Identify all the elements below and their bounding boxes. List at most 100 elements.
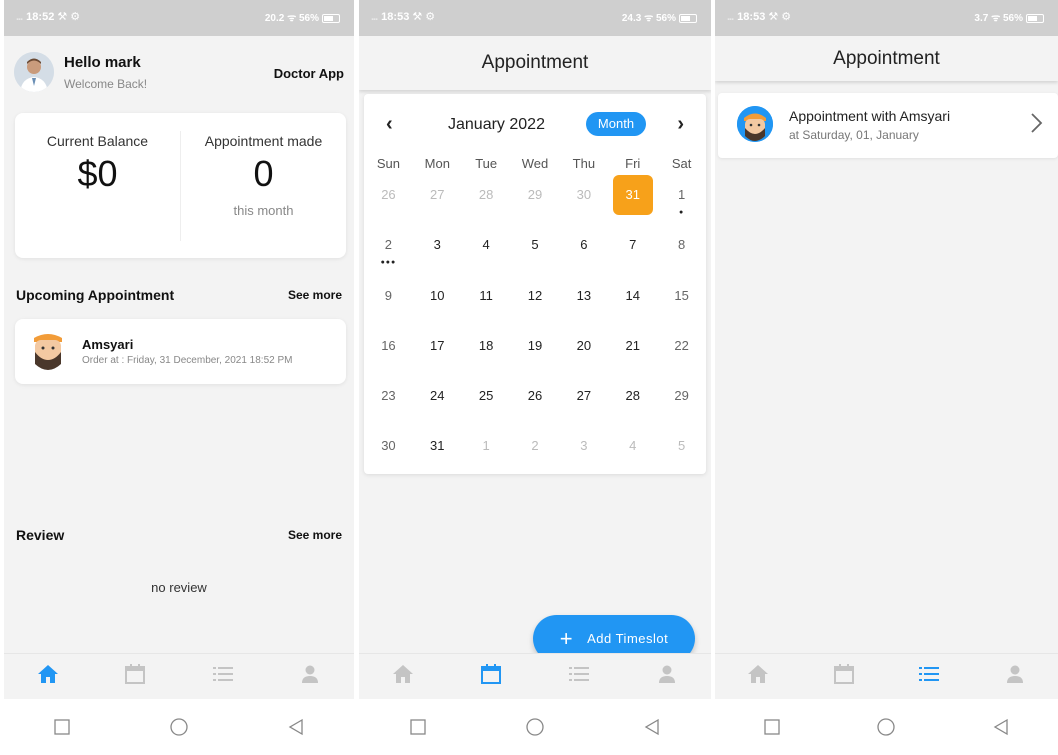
- calendar-day[interactable]: 11: [462, 276, 511, 326]
- calendar-day[interactable]: 25: [462, 376, 511, 426]
- list-nav[interactable]: [909, 662, 949, 692]
- calendar-day[interactable]: 5: [657, 426, 706, 476]
- day-number: 29: [674, 388, 689, 404]
- review-see-more-link[interactable]: See more: [288, 528, 342, 542]
- calendar-day[interactable]: 27: [559, 376, 608, 426]
- calendar-day[interactable]: 30: [559, 175, 608, 225]
- calendar-week-row: 2 ●●● 3 4 5 6 7 8: [364, 225, 706, 275]
- square-icon: [410, 719, 426, 735]
- calendar-day[interactable]: 3: [559, 426, 608, 476]
- summary-card: Current Balance $0 Appointment made 0 th…: [15, 113, 346, 258]
- home-button[interactable]: [159, 712, 199, 742]
- calendar-day[interactable]: 26: [364, 175, 413, 225]
- calendar-day[interactable]: 24: [413, 376, 462, 426]
- system-nav-bar: [4, 699, 354, 755]
- home-nav[interactable]: [28, 662, 68, 692]
- calendar-day[interactable]: 31: [413, 426, 462, 476]
- calendar-day[interactable]: 4: [608, 426, 657, 476]
- appointment-list-item[interactable]: Appointment with Amsyari at Saturday, 01…: [718, 93, 1058, 158]
- back-button[interactable]: [632, 712, 672, 742]
- event-marker-dots: ●●●: [380, 259, 397, 267]
- calendar-day[interactable]: 13: [559, 276, 608, 326]
- person-icon: [656, 663, 678, 690]
- calendar-day[interactable]: 26: [511, 376, 560, 426]
- upcoming-see-more-link[interactable]: See more: [288, 288, 342, 302]
- calendar-day[interactable]: 20: [559, 326, 608, 376]
- list-icon: [212, 665, 234, 688]
- day-number: 9: [384, 287, 393, 303]
- circle-icon: [170, 718, 188, 736]
- appointments-made-label: Appointment made: [204, 133, 323, 149]
- recents-button[interactable]: [42, 712, 82, 742]
- day-number: 4: [482, 237, 490, 253]
- calendar-week-row: 23 24 25 26 27 28 29: [364, 376, 706, 426]
- calendar-day[interactable]: 23: [364, 376, 413, 426]
- home-button[interactable]: [515, 712, 555, 742]
- day-number: 1: [677, 187, 686, 202]
- calendar-nav[interactable]: [471, 662, 511, 692]
- appointments-period: this month: [233, 203, 294, 218]
- appointment-date: at Saturday, 01, January: [789, 128, 919, 142]
- doctor-avatar[interactable]: [14, 52, 54, 92]
- calendar-day[interactable]: 14: [608, 276, 657, 326]
- bottom-nav: [715, 653, 1058, 699]
- calendar-nav[interactable]: [115, 662, 155, 692]
- circle-icon: [526, 718, 544, 736]
- calendar-day[interactable]: 19: [511, 326, 560, 376]
- app-name: Doctor App: [273, 66, 344, 81]
- upcoming-appointment-card[interactable]: Amsyari Order at : Friday, 31 December, …: [15, 319, 346, 384]
- recents-button[interactable]: [398, 712, 438, 742]
- system-nav-bar: [715, 699, 1058, 755]
- recents-button[interactable]: [752, 712, 792, 742]
- calendar-day[interactable]: 30: [364, 426, 413, 476]
- appointment-list-screen: ... 18:53 ⚒ ⚙ 3.7 ᯤ 56% Appointment Appoi…: [715, 0, 1058, 755]
- profile-nav[interactable]: [995, 662, 1035, 692]
- home-nav[interactable]: [383, 662, 423, 692]
- calendar-day[interactable]: 7: [608, 225, 657, 275]
- calendar-day[interactable]: 21: [608, 326, 657, 376]
- calendar-day[interactable]: 8: [657, 225, 706, 275]
- prev-month-button[interactable]: ‹: [386, 113, 393, 136]
- home-button[interactable]: [866, 712, 906, 742]
- list-nav[interactable]: [203, 662, 243, 692]
- calendar-day[interactable]: 27: [413, 175, 462, 225]
- home-nav[interactable]: [738, 662, 778, 692]
- calendar-day[interactable]: 28: [462, 175, 511, 225]
- calendar-week-row: 26 27 28 29 30 31 1 ●: [364, 175, 706, 225]
- calendar-day[interactable]: 5: [511, 225, 560, 275]
- appointments-made-section: Appointment made 0 this month: [181, 113, 346, 258]
- calendar-day[interactable]: 6: [559, 225, 608, 275]
- calendar-day[interactable]: 2 ●●●: [364, 225, 413, 275]
- profile-nav[interactable]: [290, 662, 330, 692]
- bottom-nav: [359, 653, 711, 699]
- back-button[interactable]: [981, 712, 1021, 742]
- calendar-day[interactable]: 28: [608, 376, 657, 426]
- format-toggle-button[interactable]: Month: [586, 112, 646, 136]
- calendar-day-selected[interactable]: 31: [608, 175, 657, 225]
- calendar-day[interactable]: 1: [462, 426, 511, 476]
- list-icon: [568, 665, 590, 688]
- calendar-day[interactable]: 9: [364, 276, 413, 326]
- status-time: ... 18:52 ⚒ ⚙: [16, 11, 81, 23]
- calendar-day[interactable]: 3: [413, 225, 462, 275]
- calendar-day[interactable]: 10: [413, 276, 462, 326]
- calendar-day[interactable]: 29: [511, 175, 560, 225]
- calendar-day[interactable]: 15: [657, 276, 706, 326]
- calendar-day[interactable]: 29: [657, 376, 706, 426]
- calendar-week-row: 30 31 1 2 3 4 5: [364, 426, 706, 476]
- calendar-day[interactable]: 17: [413, 326, 462, 376]
- calendar-day[interactable]: 2: [511, 426, 560, 476]
- back-button[interactable]: [276, 712, 316, 742]
- calendar-day[interactable]: 12: [511, 276, 560, 326]
- calendar-day[interactable]: 4: [462, 225, 511, 275]
- next-month-button[interactable]: ›: [677, 113, 684, 136]
- calendar-day[interactable]: 22: [657, 326, 706, 376]
- calendar-day[interactable]: 16: [364, 326, 413, 376]
- list-nav[interactable]: [559, 662, 599, 692]
- day-number: 29: [527, 187, 543, 202]
- square-icon: [764, 719, 780, 735]
- profile-nav[interactable]: [647, 662, 687, 692]
- calendar-day[interactable]: 18: [462, 326, 511, 376]
- calendar-nav[interactable]: [824, 662, 864, 692]
- calendar-day[interactable]: 1 ●: [657, 175, 706, 225]
